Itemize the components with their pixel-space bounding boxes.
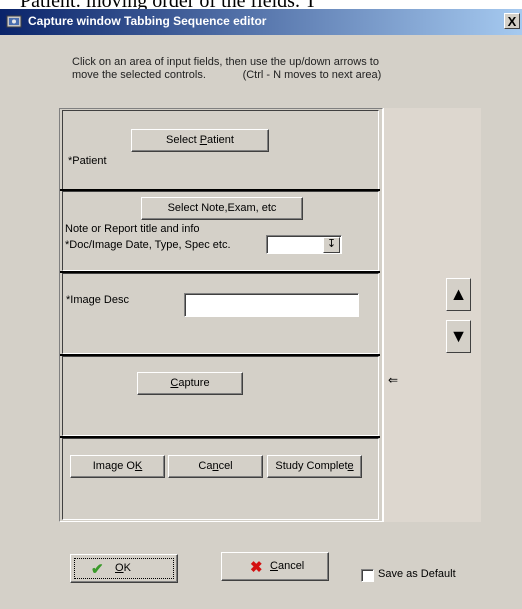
image-ok-label: Image O <box>92 460 135 472</box>
instructions-line-1: Click on an area of input fields, then u… <box>72 56 379 68</box>
note-title-label: Note or Report title and info <box>65 223 200 235</box>
cancel-button[interactable]: ✖ Cancel <box>221 552 329 581</box>
ok-hotkey: O <box>115 562 124 574</box>
up-arrow-icon: ▲ <box>449 284 468 304</box>
save-as-default-label[interactable]: Save as Default <box>378 568 456 580</box>
doc-type-combo[interactable]: ↧ <box>266 235 342 254</box>
section-patient[interactable]: Select Patient *Patient <box>62 110 379 190</box>
image-desc-input[interactable] <box>184 293 359 317</box>
reorder-panel: ▲ ▼ <box>383 108 481 522</box>
select-patient-label-pre: Select <box>166 134 200 146</box>
doc-date-label: *Doc/Image Date, Type, Spec etc. <box>65 239 231 251</box>
cancel-label-pre: Ca <box>198 460 213 472</box>
select-patient-button[interactable]: Select Patient <box>131 129 269 152</box>
select-note-button[interactable]: Select Note,Exam, etc <box>141 197 303 220</box>
cancel-footer-label-post: ancel <box>277 560 305 572</box>
move-down-button[interactable]: ▼ <box>446 320 471 353</box>
section-image-desc[interactable]: *Image Desc <box>62 273 379 354</box>
check-icon: ✔ <box>91 561 104 578</box>
select-patient-hotkey: P <box>199 134 208 146</box>
red-x-icon: ✖ <box>250 559 263 576</box>
cancel-footer-label: Cancel <box>270 560 304 572</box>
app-icon <box>6 15 22 28</box>
capture-label: apture <box>178 377 210 389</box>
move-up-button[interactable]: ▲ <box>446 278 471 311</box>
image-ok-button[interactable]: Image OK <box>70 455 165 478</box>
cancel-footer-hotkey: C <box>270 560 278 572</box>
title-bar[interactable]: Capture window Tabbing Sequence editor X <box>0 9 522 35</box>
background-caption-text: Patient: moving order of the fields. T <box>0 0 522 9</box>
save-as-default-checkbox[interactable] <box>361 569 374 582</box>
section-cancel-button[interactable]: Cancel <box>168 455 263 478</box>
ok-label-post: K <box>123 562 131 574</box>
instructions-text: Click on an area of input fields, then u… <box>72 56 452 82</box>
image-ok-hotkey: K <box>134 460 143 472</box>
current-section-marker-icon: ⇐ <box>388 373 399 387</box>
cancel-label-post: cel <box>218 460 233 472</box>
patient-label: *Patient <box>68 155 107 167</box>
window-title: Capture window Tabbing Sequence editor <box>28 14 267 28</box>
tab-order-panel: Select Patient *Patient Select Note,Exam… <box>59 108 383 522</box>
section-note[interactable]: Select Note,Exam, etc Note or Report tit… <box>62 191 379 271</box>
study-complete-hotkey: e <box>347 460 354 472</box>
section-actions[interactable]: Image OK Cancel Study Complete <box>62 438 379 520</box>
dialog-body: Click on an area of input fields, then u… <box>0 35 522 609</box>
select-patient-label-post: atient <box>207 134 234 146</box>
close-button[interactable]: X <box>504 13 520 29</box>
down-arrow-icon[interactable]: ↧ <box>323 237 340 253</box>
image-desc-label: *Image Desc <box>66 294 129 306</box>
ok-label: OK <box>115 562 131 574</box>
study-complete-label: Study Complet <box>275 460 348 472</box>
study-complete-button[interactable]: Study Complete <box>267 455 362 478</box>
ok-button[interactable]: ✔ OK <box>70 554 178 583</box>
capture-button[interactable]: Capture <box>137 372 243 395</box>
section-capture[interactable]: Capture <box>62 356 379 436</box>
down-arrow-icon: ▼ <box>449 326 468 346</box>
instructions-line-2: move the selected controls. (Ctrl - N mo… <box>72 69 382 81</box>
